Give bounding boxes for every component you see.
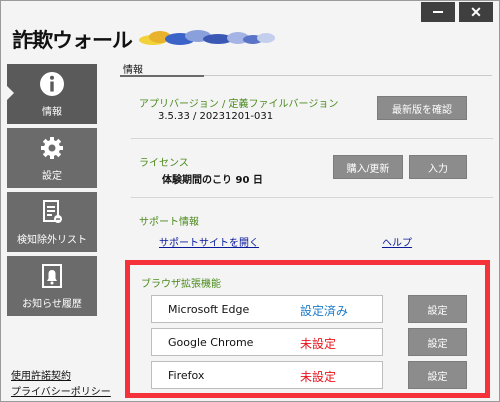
sidebar-item-label: お知らせ履歴: [22, 299, 82, 310]
bell-icon: [39, 263, 65, 289]
sidebar-item-info[interactable]: 情報: [7, 64, 97, 124]
document-icon: [39, 199, 65, 225]
info-icon: [39, 71, 65, 97]
support-label: サポート情報: [139, 217, 199, 228]
chrome-settings-button[interactable]: 設定: [408, 328, 467, 356]
logo-flame-graphic: [139, 27, 279, 49]
browser-row-firefox: Firefox 未設定: [151, 361, 383, 389]
version-value: 3.5.33 / 20231201-031: [158, 111, 274, 122]
browser-row-chrome: Google Chrome 未設定: [151, 328, 383, 356]
license-agreement-link[interactable]: 使用許諾契約: [11, 367, 71, 382]
divider: [131, 197, 493, 198]
help-link[interactable]: ヘルプ: [382, 234, 412, 249]
browser-name: Microsoft Edge: [168, 303, 250, 316]
browser-status: 未設定: [300, 370, 337, 384]
browser-status: 設定済み: [300, 304, 349, 318]
browser-name: Google Chrome: [168, 336, 254, 349]
sidebar-item-settings[interactable]: 設定: [7, 128, 97, 188]
edge-settings-button[interactable]: 設定: [408, 295, 467, 323]
tab-info[interactable]: 情報: [123, 61, 143, 76]
check-update-button[interactable]: 最新版を確認: [377, 96, 467, 120]
sidebar-item-label: 検知除外リスト: [17, 235, 87, 246]
minimize-icon: [433, 11, 443, 13]
close-button[interactable]: ✕: [459, 2, 493, 22]
browser-row-edge: Microsoft Edge 設定済み: [151, 295, 383, 323]
minimize-button[interactable]: [421, 2, 455, 22]
tab-underline: [120, 75, 204, 77]
browser-name: Firefox: [168, 369, 205, 382]
version-label: アプリバージョン / 定義ファイルバージョン: [139, 99, 339, 110]
sidebar-item-exclusion-list[interactable]: 検知除外リスト: [7, 192, 97, 252]
logo-text: 詐欺ウォール: [12, 27, 133, 52]
firefox-settings-button[interactable]: 設定: [408, 361, 467, 389]
gear-icon: [39, 135, 65, 161]
purchase-renew-button[interactable]: 購入/更新: [333, 155, 403, 179]
license-label: ライセンス: [139, 158, 189, 169]
divider: [131, 138, 493, 139]
sidebar-item-label: 情報: [42, 107, 62, 118]
app-logo: 詐欺ウォール: [12, 23, 279, 53]
app-window: ✕ 詐欺ウォール 情報 設定 検知除外リスト お知らせ履歴 使用許諾契約 プライ…: [0, 0, 500, 402]
license-input-button[interactable]: 入力: [409, 155, 467, 179]
license-value: 体験期間のこり 90 日: [162, 175, 263, 186]
close-icon: ✕: [470, 3, 482, 20]
browser-status: 未設定: [300, 337, 337, 351]
support-site-link[interactable]: サポートサイトを開く: [159, 234, 259, 249]
sidebar-item-notifications[interactable]: お知らせ履歴: [7, 256, 97, 316]
browser-extension-label: ブラウザ拡張機能: [141, 279, 221, 290]
active-indicator-icon: [7, 86, 14, 100]
privacy-policy-link[interactable]: プライバシーポリシー: [11, 383, 111, 398]
sidebar-item-label: 設定: [42, 171, 62, 182]
